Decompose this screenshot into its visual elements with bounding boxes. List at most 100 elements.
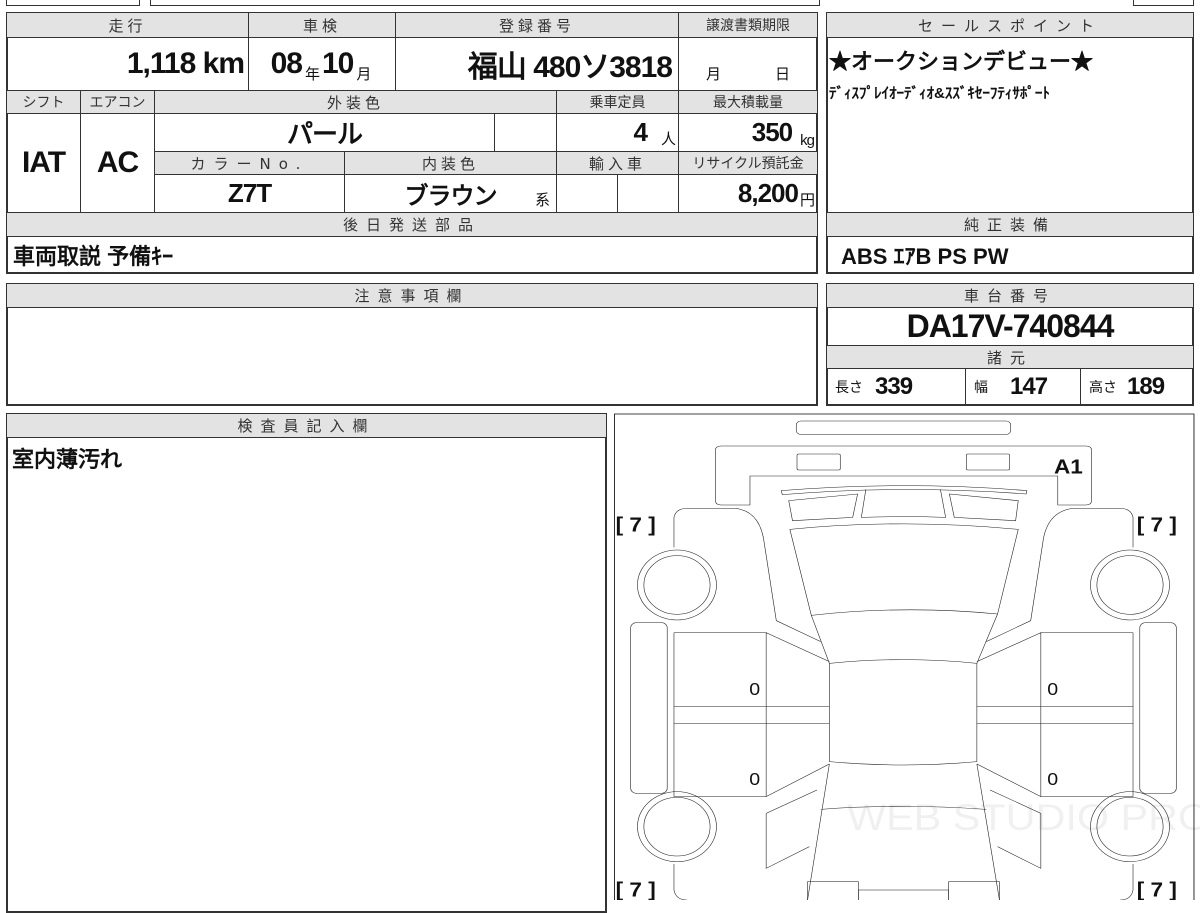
aircon-value: AC: [80, 113, 155, 213]
length-label: 長さ: [835, 380, 863, 396]
shift-label: シフト: [6, 90, 81, 114]
windshield: [789, 523, 1019, 616]
equipment-label: 純正装備: [826, 212, 1194, 237]
interior-color-text: ブラウン: [404, 183, 498, 210]
import-cell: [617, 174, 679, 213]
top-strip-cell: [1133, 0, 1194, 6]
shift-value: IAT: [6, 113, 81, 213]
aircon-label: エアコン: [80, 90, 155, 114]
sales-points-content: ★オークションデビュー★ ﾃﾞｨｽﾌﾟﾚｲｵｰﾃﾞｨｵ&ｽｽﾞｷｾｰﾌﾃｨｻﾎﾟ…: [826, 37, 1194, 213]
recycle-number: 8,200: [737, 178, 799, 208]
max-load-label: 最大積載量: [678, 90, 818, 114]
tire-rear-left: [ 7 ]: [616, 879, 656, 900]
transfer-deadline-value: 月日: [678, 37, 818, 91]
a-pillars: [811, 613, 998, 664]
sales-points-label: セールスポイント: [826, 12, 1194, 38]
rear-bumper-left: [807, 881, 859, 900]
mileage-unit: km: [202, 47, 245, 80]
year-unit: 年: [304, 66, 320, 83]
registration-value: 福山 480ソ3818: [395, 37, 679, 91]
notes-value: [6, 307, 818, 406]
import-label: 輸入車: [556, 151, 679, 175]
mileage-label: 走行: [6, 12, 249, 38]
rear-bumper-center: [858, 889, 949, 900]
door-mark-rear-right: 0: [1047, 769, 1058, 789]
spec-width: 幅 147: [965, 368, 1081, 406]
headlight-left: [796, 453, 841, 471]
interior-color-label: 内装色: [344, 151, 557, 175]
sales-point-line: ★オークションデビュー★: [829, 49, 1094, 74]
roof-spoiler: [795, 420, 1012, 435]
exterior-color-extra: [494, 113, 557, 152]
capacity-value: 4人: [556, 113, 679, 152]
inspector-value: 室内薄汚れ: [12, 447, 123, 472]
top-strip-cell: [150, 0, 820, 6]
wheel-front-right: [1090, 549, 1170, 621]
length-value: 339: [875, 373, 913, 400]
mileage-number: 1,118: [126, 47, 196, 80]
inspection-label: 車検: [248, 12, 396, 38]
door-mark-front-left: 0: [749, 679, 760, 699]
max-load-unit: kg: [800, 132, 815, 149]
car-damage-diagram: A1 [ 7 ] [ 7 ] [ 7 ] [ 7 ] 0 0 0 0 WEB S…: [614, 413, 1200, 900]
hood-center: [861, 489, 946, 518]
max-load-value: 350 kg: [678, 113, 818, 152]
exterior-color-label: 外装色: [154, 90, 557, 114]
chassis-value: DA17V-740844: [826, 307, 1194, 346]
sales-point-line: ﾃﾞｨｽﾌﾟﾚｲｵｰﾃﾞｨｵ&ｽｽﾞｷｾｰﾌﾃｨｻﾎﾟｰﾄ: [829, 85, 1050, 102]
mileage-value: 1,118 km: [6, 37, 249, 91]
tire-rear-right: [ 7 ]: [1137, 879, 1177, 900]
door-mark-front-right: 0: [1047, 679, 1058, 699]
spec-height: 高さ 189: [1080, 368, 1194, 406]
front-bumper: [715, 445, 1092, 506]
capacity-label: 乗車定員: [556, 90, 679, 114]
color-no-value: Z7T: [154, 174, 345, 213]
capacity-number: 4: [633, 117, 649, 147]
headlight-right: [966, 453, 1010, 471]
recycle-unit: 円: [799, 192, 815, 209]
interior-color-value: ブラウン 系: [344, 174, 557, 213]
chassis-label: 車台番号: [826, 283, 1194, 308]
roof: [829, 659, 978, 766]
month-unit: 月: [356, 66, 371, 83]
inspection-month: 10: [322, 47, 354, 80]
wheel-front-left: [637, 549, 717, 621]
deadline-day: 日: [774, 65, 790, 83]
notes-label: 注意事項欄: [6, 283, 818, 308]
height-value: 189: [1127, 373, 1165, 400]
inspector-box: [6, 413, 607, 913]
recycle-value: 8,200 円: [678, 174, 818, 213]
door-mark-rear-left: 0: [749, 769, 760, 789]
specs-label: 諸元: [826, 345, 1194, 369]
inspector-label: 検査員記入欄: [6, 413, 607, 438]
tire-front-left: [ 7 ]: [616, 514, 656, 537]
hood-left: [788, 493, 858, 521]
height-label: 高さ: [1089, 380, 1117, 396]
color-no-label: カラーNo.: [154, 151, 345, 175]
max-load-number: 350: [751, 117, 793, 147]
deadline-month: 月: [705, 65, 721, 83]
capacity-unit: 人: [660, 131, 676, 148]
grille: [780, 485, 1028, 495]
watermark: WEB STUDIO PRO: [847, 798, 1200, 838]
equipment-value: ABS ｴｱB PS PW: [826, 236, 1194, 274]
tire-front-right: [ 7 ]: [1137, 514, 1177, 537]
inspection-year: 08: [270, 47, 303, 80]
exterior-color-value: パール: [154, 113, 495, 152]
inspection-value: 08 年 10 月: [248, 37, 396, 91]
rear-bumper-right: [948, 881, 1000, 900]
import-cell: [556, 174, 618, 213]
side-skirt-left: [630, 622, 668, 794]
hood-right: [949, 493, 1019, 521]
registration-label: 登録番号: [395, 12, 679, 38]
transfer-deadline-label: 譲渡書類期限: [678, 12, 818, 38]
top-strip-cell: [6, 0, 140, 6]
wheel-rear-left: [637, 791, 717, 862]
recycle-label: リサイクル預託金: [678, 151, 818, 175]
later-parts-label: 後日発送部品: [6, 212, 818, 237]
later-parts-value: 車両取説 予備ｷｰ: [6, 236, 818, 274]
front-damage-mark: A1: [1054, 456, 1083, 479]
side-skirt-right: [1139, 622, 1177, 794]
spec-length: 長さ 339: [826, 368, 966, 406]
width-value: 147: [1010, 373, 1048, 400]
